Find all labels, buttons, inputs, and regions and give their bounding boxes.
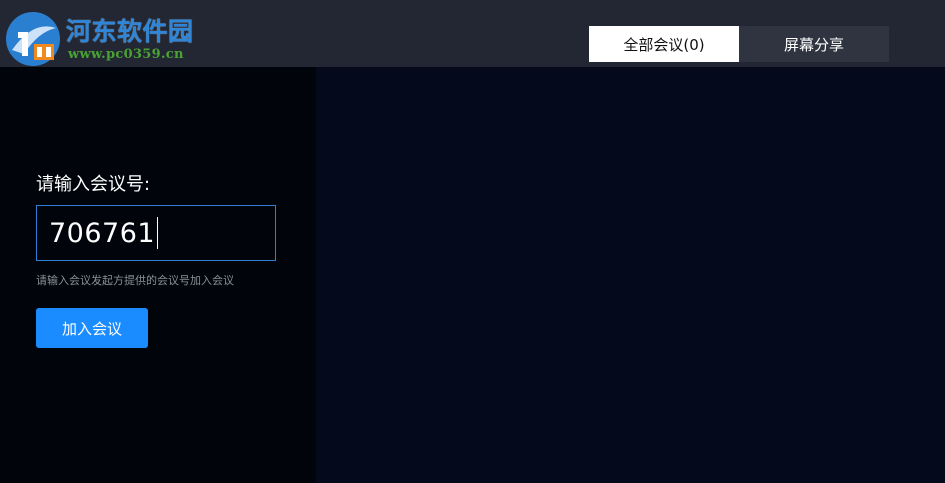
meeting-number-hint: 请输入会议发起方提供的会议号加入会议 [36,274,234,287]
tab-all-meetings[interactable]: 全部会议(0) [589,26,739,62]
top-bar: 河东软件园 www.pc0359.cn 全部会议(0) 屏幕分享 [0,0,945,67]
meeting-content-area [316,67,945,483]
meeting-number-value: 706761 [49,217,156,249]
join-meeting-panel: 请输入会议号: 706761 请输入会议发起方提供的会议号加入会议 加入会议 [0,67,316,483]
site-logo-icon [6,12,60,66]
tab-bar: 全部会议(0) 屏幕分享 [589,26,889,62]
site-logo-url: www.pc0359.cn [68,47,184,62]
meeting-number-label: 请输入会议号: [36,174,151,195]
tab-screen-share[interactable]: 屏幕分享 [739,26,889,62]
join-meeting-button[interactable]: 加入会议 [36,308,148,348]
site-logo: 河东软件园 www.pc0359.cn [4,8,244,68]
meeting-app: 河东软件园 www.pc0359.cn 全部会议(0) 屏幕分享 请输入会议号:… [0,0,945,483]
meeting-number-input[interactable]: 706761 [36,205,276,261]
site-logo-text: 河东软件园 [66,17,194,46]
text-caret [157,217,159,249]
